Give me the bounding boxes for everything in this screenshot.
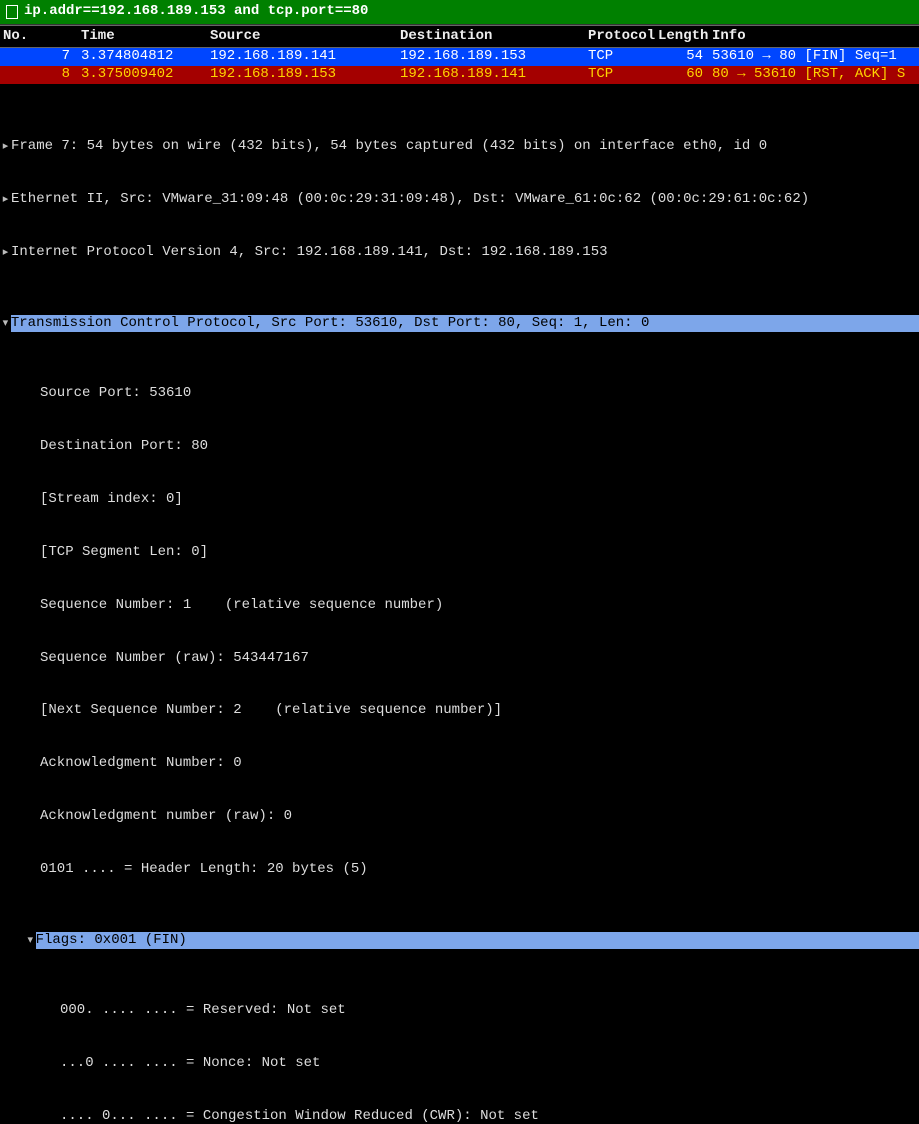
tree-item[interactable]: ...0 .... .... = Nonce: Not set: [0, 1055, 919, 1073]
cell-no: 8: [0, 66, 78, 84]
tree-item[interactable]: Acknowledgment number (raw): 0: [0, 808, 919, 826]
packet-row[interactable]: 7 3.374804812 192.168.189.141 192.168.18…: [0, 48, 919, 66]
cell-length: 60: [655, 66, 709, 84]
col-header-info[interactable]: Info: [709, 28, 919, 46]
tree-item-frame[interactable]: ▸Frame 7: 54 bytes on wire (432 bits), 5…: [0, 138, 919, 156]
cell-info: 80 → 53610 [RST, ACK] S: [709, 66, 919, 84]
cell-protocol: TCP: [585, 48, 655, 66]
tree-item-tcp[interactable]: ▾Transmission Control Protocol, Src Port…: [0, 315, 919, 333]
packet-list-header[interactable]: No. Time Source Destination Protocol Len…: [0, 25, 919, 49]
tree-item-flags[interactable]: ▾Flags: 0x001 (FIN): [0, 932, 919, 950]
packet-row[interactable]: 8 3.375009402 192.168.189.153 192.168.18…: [0, 66, 919, 84]
cell-time: 3.375009402: [78, 66, 207, 84]
expand-arrow-icon[interactable]: ▸: [0, 247, 11, 261]
tree-item[interactable]: Source Port: 53610: [0, 385, 919, 403]
tree-item[interactable]: [Stream index: 0]: [0, 491, 919, 509]
cell-source: 192.168.189.141: [207, 48, 397, 66]
cell-info: 53610 → 80 [FIN] Seq=1: [709, 48, 919, 66]
collapse-arrow-icon[interactable]: ▾: [0, 318, 11, 332]
tree-item[interactable]: Destination Port: 80: [0, 438, 919, 456]
display-filter-text: ip.addr==192.168.189.153 and tcp.port==8…: [24, 3, 368, 21]
display-filter-bar[interactable]: ip.addr==192.168.189.153 and tcp.port==8…: [0, 0, 919, 25]
cell-protocol: TCP: [585, 66, 655, 84]
tree-item[interactable]: .... 0... .... = Congestion Window Reduc…: [0, 1108, 919, 1124]
col-header-source[interactable]: Source: [207, 28, 397, 46]
cell-source: 192.168.189.153: [207, 66, 397, 84]
tree-item-ethernet[interactable]: ▸Ethernet II, Src: VMware_31:09:48 (00:0…: [0, 191, 919, 209]
collapse-arrow-icon[interactable]: ▾: [25, 935, 36, 949]
tree-item[interactable]: Sequence Number (raw): 543447167: [0, 650, 919, 668]
cell-destination: 192.168.189.153: [397, 48, 585, 66]
cell-time: 3.374804812: [78, 48, 207, 66]
tree-item[interactable]: [TCP Segment Len: 0]: [0, 544, 919, 562]
tree-item[interactable]: [Next Sequence Number: 2 (relative seque…: [0, 702, 919, 720]
expand-arrow-icon[interactable]: ▸: [0, 194, 11, 208]
bookmark-icon[interactable]: [6, 5, 18, 19]
tree-item[interactable]: Acknowledgment Number: 0: [0, 755, 919, 773]
col-header-time[interactable]: Time: [78, 28, 207, 46]
expand-arrow-icon[interactable]: ▸: [0, 141, 11, 155]
cell-destination: 192.168.189.141: [397, 66, 585, 84]
tree-item-ip[interactable]: ▸Internet Protocol Version 4, Src: 192.1…: [0, 244, 919, 262]
tree-item[interactable]: 0101 .... = Header Length: 20 bytes (5): [0, 861, 919, 879]
tree-item[interactable]: 000. .... .... = Reserved: Not set: [0, 1002, 919, 1020]
cell-no: 7: [0, 48, 78, 66]
packet-list[interactable]: 7 3.374804812 192.168.189.141 192.168.18…: [0, 48, 919, 83]
cell-length: 54: [655, 48, 709, 66]
col-header-length[interactable]: Length: [655, 28, 709, 46]
packet-details-tree[interactable]: ▸Frame 7: 54 bytes on wire (432 bits), 5…: [0, 84, 919, 1124]
tree-item[interactable]: Sequence Number: 1 (relative sequence nu…: [0, 597, 919, 615]
col-header-destination[interactable]: Destination: [397, 28, 585, 46]
col-header-no[interactable]: No.: [0, 28, 78, 46]
col-header-protocol[interactable]: Protocol: [585, 28, 655, 46]
